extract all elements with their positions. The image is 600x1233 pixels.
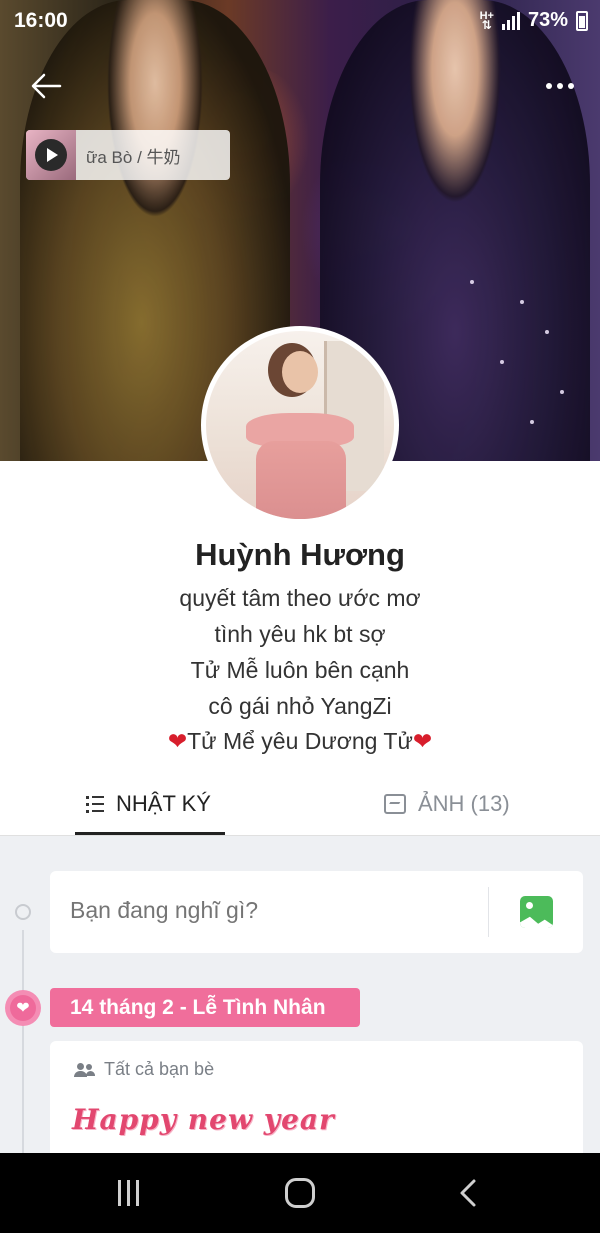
profile-bio-line: cô gái nhỏ YangZi [208,693,392,719]
add-photo-button[interactable] [520,896,553,928]
system-back-button[interactable] [456,1178,480,1208]
status-input[interactable] [70,897,470,924]
status-icons: H+ ⇅ 73% [480,9,588,32]
sparkle [470,280,474,284]
system-navigation-bar [0,1153,600,1233]
tab-photos[interactable]: ẢNH (13) [384,786,510,822]
heart-icon: ❤ [412,728,433,754]
battery-icon [576,10,588,31]
tab-diary-label: NHẬT KÝ [116,791,211,816]
sparkle [545,330,549,334]
heart-icon: ❤ [5,990,41,1026]
heart-icon: ❤ [167,728,188,754]
signal-icon [501,11,520,30]
active-tab-indicator [75,832,225,835]
battery-percent: 73% [527,9,568,31]
image-icon-mountain [520,916,553,928]
privacy-label: Tất cả bạn bè [104,1059,215,1079]
sparkle [500,360,504,364]
profile-tabs: NHẬT KÝ ẢNH (13) [0,774,600,836]
music-thumbnail [26,130,76,180]
chevron-left-icon [460,1179,476,1207]
list-icon [86,795,104,813]
post-content: Happy new year [72,1103,335,1136]
arrow-left-icon [31,73,62,99]
avatar-figure [282,351,318,393]
status-bar: 16:00 H+ ⇅ 73% [0,0,600,42]
avatar-image [206,331,394,519]
recent-apps-button[interactable] [118,1180,139,1206]
profile-bio-text: Tử Mể yêu Dương Tử [187,728,413,754]
avatar[interactable] [201,326,399,524]
post-privacy: Tất cả bạn bè [74,1059,214,1080]
tab-diary[interactable]: NHẬT KÝ [86,786,211,822]
event-tag[interactable]: 14 tháng 2 - Lễ Tình Nhân [50,988,360,1027]
photo-icon [384,794,406,814]
timeline-line [22,930,24,1155]
avatar-figure [256,441,346,519]
friends-icon [74,1062,95,1077]
profile-bio-line: tình yêu hk bt sợ [214,621,386,647]
play-button[interactable] [35,139,67,171]
home-button[interactable] [285,1178,315,1208]
profile-bio-line: ❤Tử Mể yêu Dương Tử❤ [0,728,600,755]
sparkle [560,390,564,394]
more-dot [546,83,552,89]
more-dot [557,83,563,89]
more-dot [568,83,574,89]
post-card[interactable]: Tất cả bạn bè Happy new year [50,1041,583,1171]
tab-photos-label: ẢNH (13) [418,791,510,816]
image-icon [526,902,533,909]
status-time: 16:00 [14,9,68,32]
back-button[interactable] [26,66,66,106]
heart-icon-glyph: ❤ [10,995,36,1021]
more-options-button[interactable] [542,68,578,104]
divider [488,887,489,937]
timeline-dot [15,904,31,920]
profile-bio-line: quyết tâm theo ước mơ [179,585,421,611]
profile-bio-line: Tử Mễ luôn bên cạnh [190,657,410,683]
play-icon [47,148,58,162]
music-title: ữa Bò / 牛奶 [86,147,181,167]
network-type-icon: H+ ⇅ [479,9,494,32]
compose-box[interactable] [50,871,583,953]
sparkle [530,420,534,424]
sparkle [520,300,524,304]
profile-music-player[interactable]: ữa Bò / 牛奶 [26,130,230,180]
profile-name: Huỳnh Hương [195,537,405,572]
